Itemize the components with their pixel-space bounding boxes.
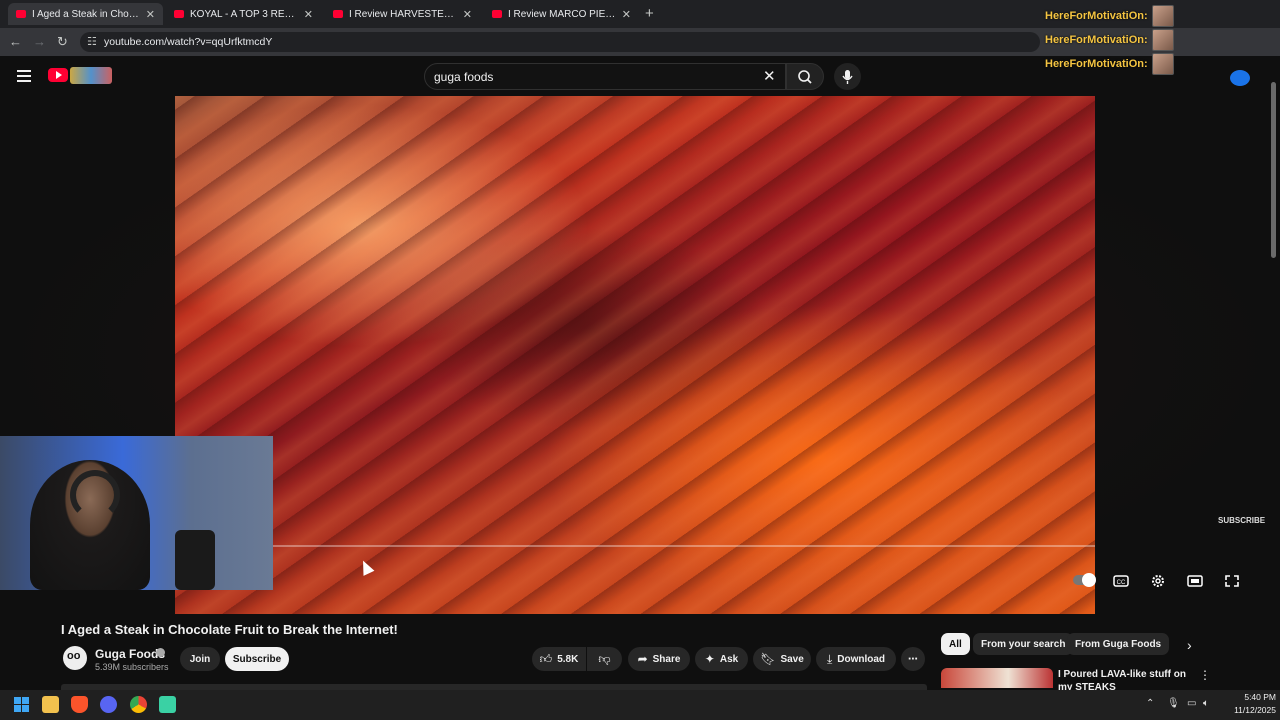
tab-steak-video[interactable]: I Aged a Steak in Chocolate Fru ✕ [8,3,163,25]
video-progress-bar[interactable] [273,545,1095,547]
join-button[interactable]: Join [180,647,220,671]
verified-badge-icon [156,648,165,657]
bookmark-icon: 🔖︎ [760,652,776,666]
sparkle-icon: ✦ [704,652,715,666]
channel-avatar[interactable] [63,646,87,670]
recommendation-thumbnail[interactable] [941,668,1053,688]
search-icon [798,70,812,84]
back-arrow-icon[interactable]: ← [9,34,22,49]
microphone-icon [842,70,853,84]
subscribe-watermark[interactable]: SUBSCRIBE [1218,516,1265,525]
tab-close-icon[interactable]: ✕ [304,8,313,21]
chip-from-guga-foods[interactable]: From Guga Foods [1067,633,1170,655]
youtube-logo-icon[interactable] [48,68,68,82]
taskbar-time[interactable]: 5:40 PM [1236,692,1276,702]
tab-marco-pierre[interactable]: I Review MARCO PIERRE WHITE ✕ [484,3,639,25]
voice-search-button[interactable] [834,63,861,90]
chat-message: HereForMotivatiOn: [1045,29,1174,51]
discord-icon[interactable] [100,696,117,713]
theater-mode-icon[interactable] [1185,572,1205,590]
captions-icon[interactable]: CC [1111,572,1131,590]
channel-name[interactable]: Guga Foods [95,647,165,661]
chat-message: HereForMotivatiOn: [1045,53,1174,75]
site-info-icon[interactable]: ☷ [87,35,97,48]
download-icon: ⤓ [826,651,833,666]
subscribe-button[interactable]: Subscribe [225,647,289,671]
reload-icon[interactable]: ↻ [57,34,68,50]
video-title: I Aged a Steak in Chocolate Fruit to Bre… [61,622,398,637]
subscriber-count: 5.39M subscribers [95,662,169,672]
ask-button[interactable]: ✦ Ask [695,647,748,671]
search-input[interactable]: guga foods [434,70,493,84]
emote-icon [1151,53,1174,75]
share-button[interactable]: ➦ Share [628,647,690,671]
download-label: Download [837,653,886,665]
brave-browser-icon[interactable] [71,696,88,713]
svg-text:CC: CC [1117,580,1126,586]
settings-gear-icon[interactable] [1148,572,1168,590]
tab-close-icon[interactable]: ✕ [146,8,155,21]
forward-arrow-icon[interactable]: → [33,34,46,49]
chair-figure [175,530,215,590]
streaming-app-icon[interactable] [159,696,176,713]
thumbs-down-icon: 👎︎ [598,651,611,666]
youtube-favicon-icon [492,10,502,18]
tab-title: I Review HARVESTER'S BREAKF [349,8,457,20]
tab-close-icon[interactable]: ✕ [463,8,472,21]
youtube-doodle-icon[interactable] [70,67,112,84]
share-arrow-icon: ➦ [637,652,648,666]
youtube-favicon-icon [333,10,343,18]
url-text[interactable]: youtube.com/watch?v=qqUrfktmcdY [104,36,272,48]
tray-volume-icon[interactable]: 🔈︎ [1203,698,1209,709]
new-tab-button[interactable]: + [645,5,654,22]
thumbs-up-icon: 👍︎ [539,651,553,666]
emote-icon [1151,29,1174,51]
chip-all[interactable]: All [941,633,970,655]
headset-figure [70,470,120,520]
recommendation-menu-icon[interactable]: ⋮ [1199,668,1211,682]
dislike-button[interactable]: 👎︎ [587,647,622,671]
ask-label: Ask [719,653,739,665]
chat-username: HereForMotivatiOn: [1045,10,1148,22]
chat-username: HereForMotivatiOn: [1045,34,1148,46]
tab-close-icon[interactable]: ✕ [622,8,631,21]
chat-username: HereForMotivatiOn: [1045,58,1148,70]
save-label: Save [780,653,804,665]
tab-koyal[interactable]: KOYAL - A TOP 3 RESTAURANT ✕ [166,3,321,25]
tray-microphone-icon[interactable]: 🎙︎ [1167,698,1180,709]
autoplay-toggle[interactable] [1073,573,1096,587]
fullscreen-icon[interactable] [1222,572,1242,590]
chevron-right-icon[interactable]: › [1187,637,1192,653]
share-label: Share [652,653,681,665]
tab-title: I Aged a Steak in Chocolate Fru [32,8,140,20]
youtube-favicon-icon [174,10,184,18]
windows-taskbar [0,690,1280,720]
chat-message: HereForMotivatiOn: [1045,5,1174,27]
tray-network-icon[interactable]: ▭ [1187,698,1196,709]
search-clear-icon[interactable]: ✕ [763,67,776,85]
save-button[interactable]: 🔖︎ Save [753,647,811,671]
more-actions-button[interactable]: ⋯ [901,647,925,671]
video-player[interactable] [175,96,1095,614]
youtube-favicon-icon [16,10,26,18]
like-button[interactable]: 👍︎ 5.8K [532,647,586,671]
tray-chevron-up-icon[interactable]: ⌃ [1146,698,1154,709]
search-button[interactable] [786,63,824,90]
stream-chat-overlay: HereForMotivatiOn: HereForMotivatiOn: He… [1045,3,1225,78]
tab-harvester[interactable]: I Review HARVESTER'S BREAKF ✕ [325,3,480,25]
like-count: 5.8K [557,653,579,665]
taskbar-date[interactable]: 11/12/2025 [1222,705,1276,715]
tab-title: KOYAL - A TOP 3 RESTAURANT [190,8,298,20]
emote-icon [1151,5,1174,27]
account-avatar[interactable] [1230,70,1250,86]
chrome-icon[interactable] [130,696,147,713]
tab-title: I Review MARCO PIERRE WHITE [508,8,616,20]
windows-start-icon[interactable] [13,696,30,713]
download-button[interactable]: ⤓ Download [816,647,896,671]
page-scrollbar[interactable] [1271,82,1276,258]
chip-from-your-search[interactable]: From your search [973,633,1074,655]
file-explorer-icon[interactable] [42,696,59,713]
hamburger-menu-icon[interactable] [17,70,31,82]
